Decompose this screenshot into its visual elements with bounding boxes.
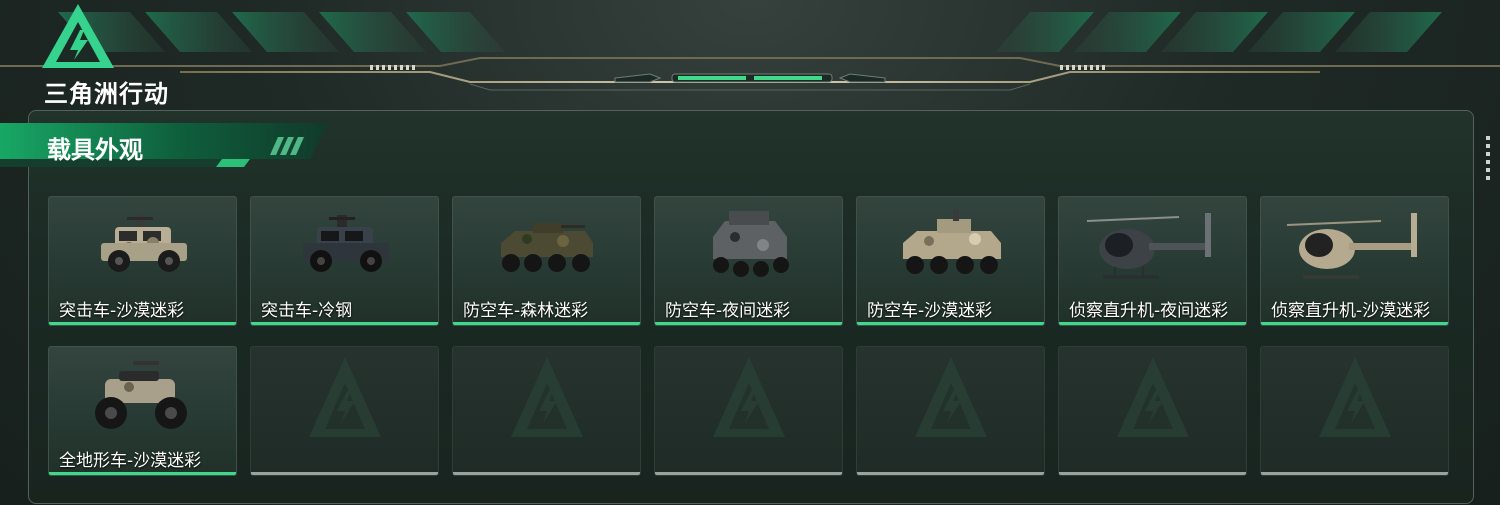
skin-name: 防空车-森林迷彩 — [463, 301, 589, 321]
slot-bar — [1059, 472, 1246, 475]
scout-helicopter-night-image — [1086, 213, 1211, 279]
slot-bar — [655, 472, 842, 475]
delta-watermark-icon — [1319, 357, 1391, 437]
rarity-bar — [251, 322, 438, 325]
skin-card[interactable]: 防空车-夜间迷彩 — [654, 196, 843, 326]
skin-card[interactable]: 突击车-沙漠迷彩 — [48, 196, 237, 326]
section-title-tab: 载具外观 — [0, 121, 330, 173]
empty-skin-slot — [856, 346, 1045, 476]
skin-card[interactable]: 突击车-冷钢 — [250, 196, 439, 326]
delta-watermark-icon — [915, 357, 987, 437]
rarity-bar — [655, 322, 842, 325]
empty-skin-slot — [452, 346, 641, 476]
aa-vehicle-forest-image — [501, 223, 593, 272]
slot-bar — [453, 472, 640, 475]
assault-vehicle-cold-steel-image — [303, 215, 389, 272]
skin-card[interactable]: 侦察直升机-沙漠迷彩 — [1260, 196, 1449, 326]
aa-vehicle-night-image — [713, 211, 789, 277]
delta-triangle-icon — [42, 4, 114, 68]
assault-vehicle-desert-image — [101, 215, 187, 272]
delta-watermark-icon — [713, 357, 785, 437]
vehicle-skins-screen: 三角洲行动 载具外观 突击车-沙漠迷彩 突击车-冷钢 防空车-森林迷彩 防空车-… — [0, 0, 1500, 505]
delta-watermark-icon — [511, 357, 583, 437]
section-title: 载具外观 — [47, 136, 143, 164]
atv-desert-image — [95, 361, 187, 429]
game-logo: 三角洲行动 — [40, 2, 180, 108]
rarity-bar — [857, 322, 1044, 325]
slot-bar — [251, 472, 438, 475]
skin-card[interactable]: 全地形车-沙漠迷彩 — [48, 346, 237, 476]
header-bar: 三角洲行动 — [0, 0, 1500, 108]
slot-bar — [857, 472, 1044, 475]
skin-card[interactable]: 防空车-沙漠迷彩 — [856, 196, 1045, 326]
empty-skin-slot — [250, 346, 439, 476]
empty-skin-slot — [654, 346, 843, 476]
skin-name: 侦察直升机-沙漠迷彩 — [1271, 301, 1431, 321]
skin-name: 防空车-夜间迷彩 — [665, 301, 791, 321]
skin-card[interactable]: 侦察直升机-夜间迷彩 — [1058, 196, 1247, 326]
slot-bar — [1261, 472, 1448, 475]
empty-skin-slot — [1058, 346, 1247, 476]
skin-name: 防空车-沙漠迷彩 — [867, 301, 993, 321]
rarity-bar — [49, 322, 236, 325]
scout-helicopter-desert-image — [1286, 213, 1417, 279]
rarity-bar — [49, 472, 236, 475]
skin-name: 侦察直升机-夜间迷彩 — [1069, 301, 1229, 321]
header-decoration — [0, 12, 1500, 91]
empty-skin-slot — [1260, 346, 1449, 476]
skin-card[interactable]: 防空车-森林迷彩 — [452, 196, 641, 326]
aa-vehicle-desert-image — [903, 209, 1001, 274]
rarity-bar — [1059, 322, 1246, 325]
delta-watermark-icon — [309, 357, 381, 437]
delta-watermark-icon — [1117, 357, 1189, 437]
rarity-bar — [453, 322, 640, 325]
scroll-indicator[interactable] — [1486, 136, 1490, 180]
skin-name: 全地形车-沙漠迷彩 — [59, 451, 202, 471]
skin-name: 突击车-沙漠迷彩 — [59, 301, 185, 321]
rarity-bar — [1261, 322, 1448, 325]
logo-text: 三角洲行动 — [44, 80, 169, 108]
skin-name: 突击车-冷钢 — [261, 301, 353, 321]
